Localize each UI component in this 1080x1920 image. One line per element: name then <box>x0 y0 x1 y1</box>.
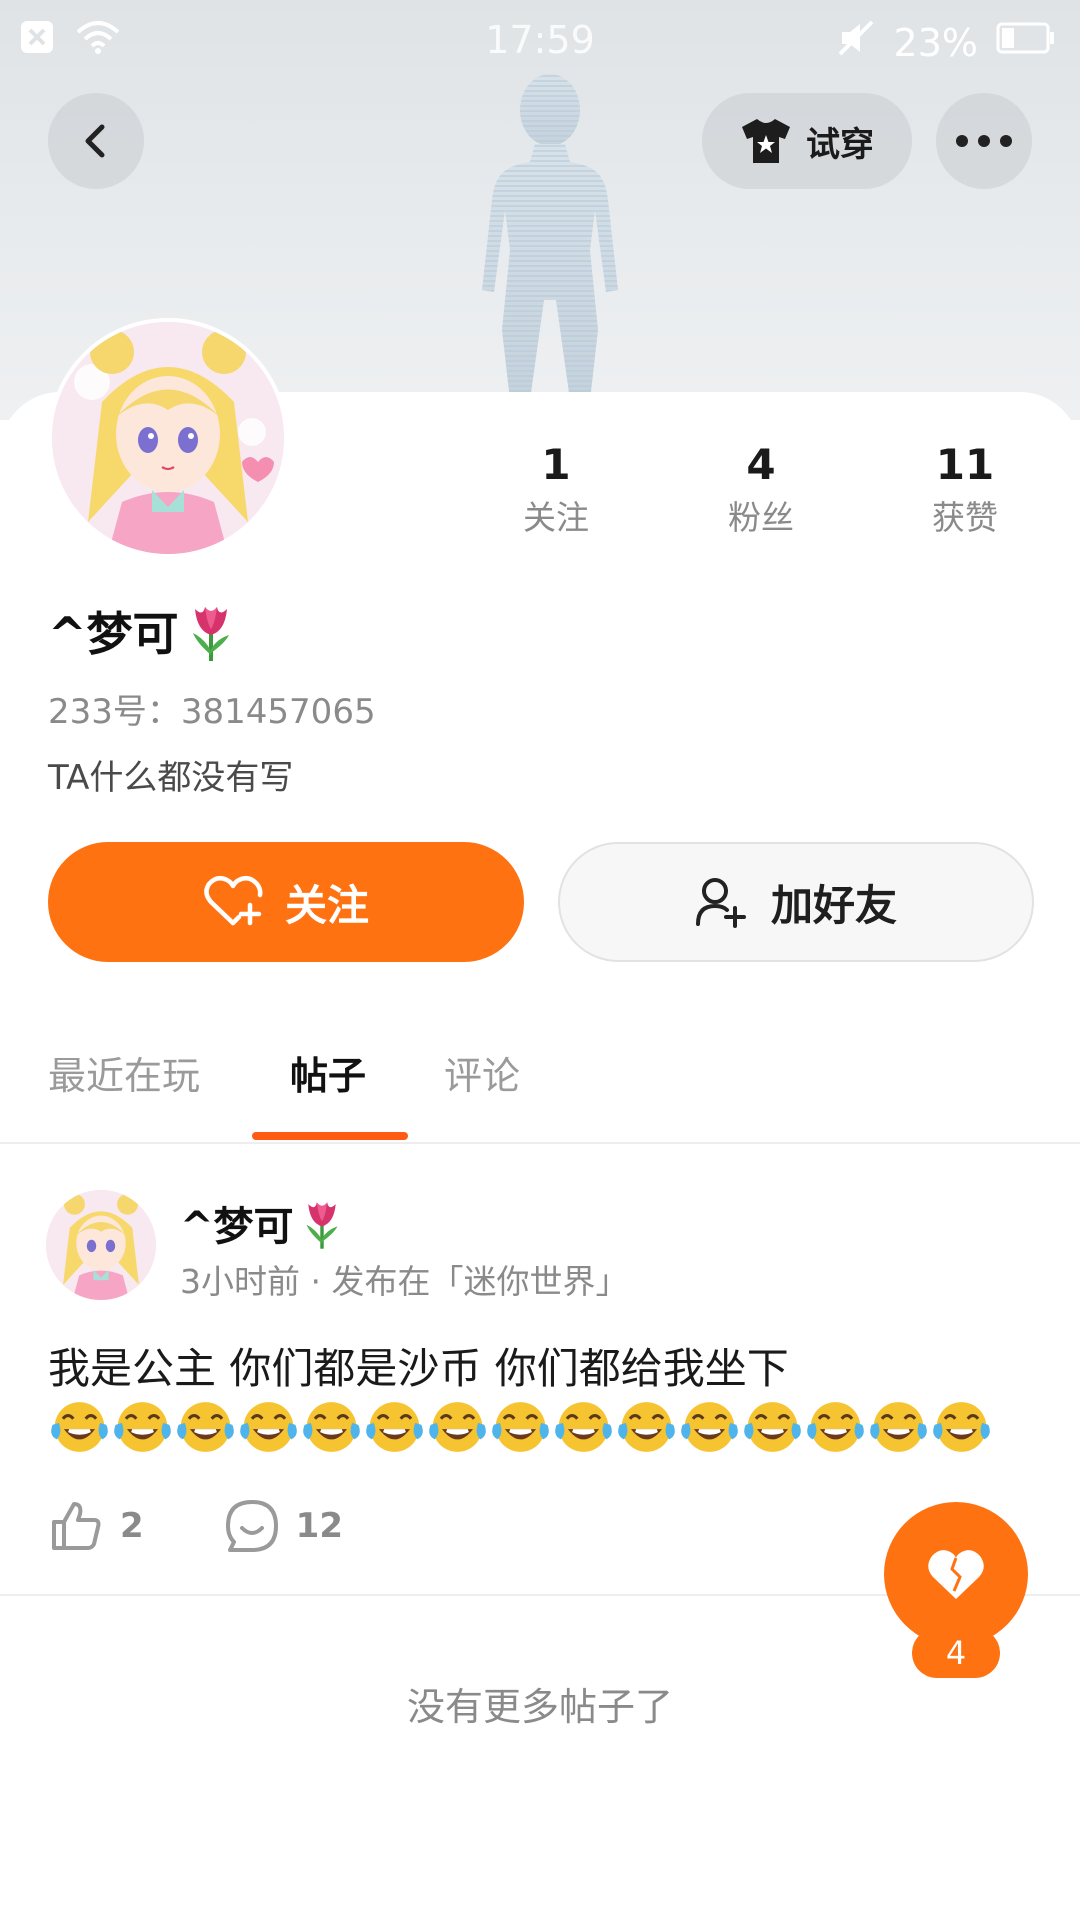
post-author-avatar[interactable] <box>46 1190 156 1300</box>
tabs-divider <box>0 1142 1080 1144</box>
laughing-tears-emoji <box>114 1402 171 1452</box>
back-icon <box>85 124 105 158</box>
stat-following[interactable]: 1 关注 <box>476 440 636 538</box>
heart-plus-icon <box>204 875 263 926</box>
stat-likes[interactable]: 11 获赞 <box>885 440 1045 538</box>
follow-button[interactable]: 关注 <box>48 842 524 962</box>
try-on-button[interactable]: 试穿 <box>702 93 912 189</box>
laughing-tears-emoji <box>303 1402 360 1452</box>
post-author-text: ^梦可 <box>180 1204 294 1250</box>
tab-recently-played[interactable]: 最近在玩 <box>48 1045 200 1100</box>
tab-comments[interactable]: 评论 <box>444 1045 520 1100</box>
stat-label: 关注 <box>523 498 589 537</box>
avatar-3d-figure <box>482 74 618 400</box>
tab-posts[interactable]: 帖子 <box>290 1045 366 1100</box>
avatar-illustration <box>46 1190 156 1300</box>
tulip-icon <box>306 1202 337 1249</box>
profile-uid: 233号：381457065 <box>48 692 376 732</box>
battery-icon <box>996 21 1056 64</box>
nickname-text: ^梦可 <box>48 607 179 661</box>
laughing-tears-emoji <box>366 1402 423 1452</box>
laughing-tears-emoji <box>807 1402 864 1452</box>
add-friend-label: 加好友 <box>770 880 897 930</box>
profile-tabs: 最近在玩 帖子 评论 <box>0 1045 1080 1145</box>
heart-count-badge: 4 <box>912 1628 1000 1678</box>
laughing-tears-emoji <box>555 1402 612 1452</box>
mute-icon <box>836 18 876 67</box>
laughing-tears-emoji <box>51 1402 108 1452</box>
like-button[interactable]: 2 <box>48 1498 144 1554</box>
more-button[interactable] <box>936 93 1032 189</box>
stat-value: 1 <box>541 440 571 489</box>
tshirt-icon <box>742 119 790 163</box>
stat-label: 粉丝 <box>728 498 794 537</box>
more-icon <box>956 135 1012 147</box>
add-user-icon <box>695 878 746 928</box>
thumbs-up-icon <box>52 1502 101 1550</box>
comment-count: 12 <box>295 1506 343 1546</box>
laughing-tears-emoji <box>429 1402 486 1452</box>
laughing-tears-emoji <box>744 1402 801 1452</box>
try-on-label: 试穿 <box>806 124 874 165</box>
post-author-name[interactable]: ^梦可 <box>180 1194 346 1252</box>
post-meta: 3小时前 · 发布在「迷你世界」 <box>180 1262 629 1301</box>
laughing-tears-emoji <box>933 1402 990 1452</box>
comment-icon <box>225 1500 278 1552</box>
stat-label: 获赞 <box>932 498 998 537</box>
laughing-tears-emoji <box>177 1402 234 1452</box>
stat-value: 11 <box>935 440 995 489</box>
laughing-tears-emoji <box>492 1402 549 1452</box>
laughing-tears-emoji <box>240 1402 297 1452</box>
comment-button[interactable]: 12 <box>224 1498 343 1554</box>
laughing-tears-emoji <box>681 1402 738 1452</box>
profile-bio: TA什么都没有写 <box>48 758 294 798</box>
post-actions: 2 12 <box>48 1496 343 1556</box>
tulip-icon <box>192 607 229 661</box>
follow-label: 关注 <box>284 880 369 930</box>
add-friend-button[interactable]: 加好友 <box>558 842 1034 962</box>
post-emoji-row <box>48 1398 1048 1456</box>
heart-icon <box>928 1550 984 1599</box>
profile-stats: 1 关注 4 粉丝 11 获赞 <box>0 440 1080 550</box>
battery-percent: 23% <box>893 20 978 65</box>
back-button[interactable] <box>48 93 144 189</box>
profile-nickname: ^梦可 <box>48 598 239 664</box>
floating-heart-button[interactable] <box>884 1502 1028 1646</box>
post-content[interactable]: 我是公主 你们都是沙币 你们都给我坐下 <box>48 1340 1038 1398</box>
active-tab-indicator <box>252 1132 408 1140</box>
no-more-posts: 没有更多帖子了 <box>406 1685 673 1729</box>
laughing-tears-emoji <box>618 1402 675 1452</box>
stat-followers[interactable]: 4 粉丝 <box>681 440 841 538</box>
stat-value: 4 <box>746 440 776 489</box>
laughing-tears-emoji <box>870 1402 927 1452</box>
status-bar: 17:59 23% <box>0 0 1080 80</box>
like-count: 2 <box>120 1506 144 1546</box>
